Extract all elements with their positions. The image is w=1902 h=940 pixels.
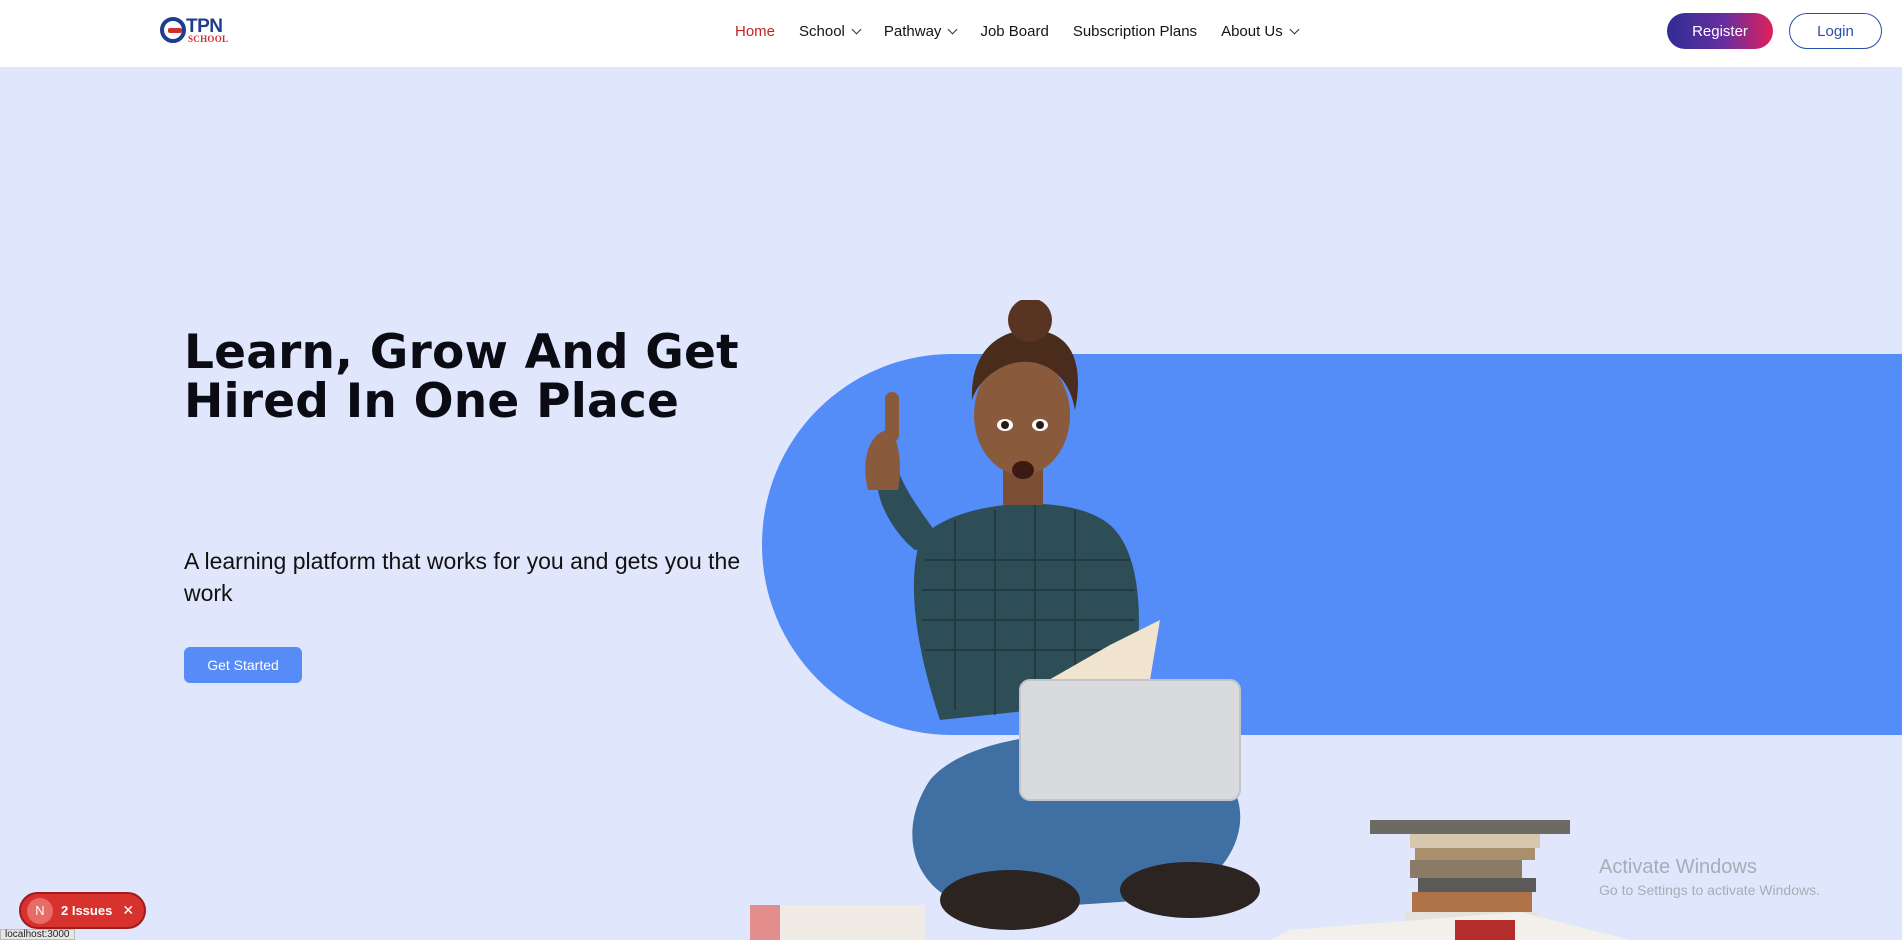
main-nav: Home School Pathway Job Board Subscripti…	[735, 0, 1300, 62]
issues-count: 2 Issues	[61, 903, 113, 918]
dev-issues-badge[interactable]: N 2 Issues ✕	[19, 892, 146, 929]
status-bar-url: localhost:3000	[0, 929, 75, 940]
nextjs-icon: N	[27, 897, 53, 924]
login-button[interactable]: Login	[1789, 13, 1882, 49]
activate-title: Activate Windows	[1599, 856, 1757, 878]
book-stack	[1370, 820, 1570, 930]
site-logo[interactable]: TPN SCHOOL	[160, 16, 230, 45]
chevron-down-icon	[1289, 24, 1300, 34]
nav-item-home[interactable]: Home	[735, 23, 775, 40]
chevron-down-icon	[947, 24, 958, 34]
nav-item-label: About Us	[1221, 22, 1283, 40]
get-started-button[interactable]: Get Started	[184, 647, 302, 683]
nav-item-school[interactable]: School	[799, 22, 862, 40]
nav-item-label: Home	[735, 22, 776, 40]
nav-item-job-board[interactable]: Job Board	[980, 23, 1048, 40]
activate-subtitle: Go to Settings to activate Windows.	[1599, 882, 1820, 898]
hero-subtitle: A learning platform that works for you a…	[184, 548, 741, 606]
chevron-down-icon	[851, 24, 862, 34]
nav-item-label: Pathway	[883, 22, 942, 40]
logo-subtext: SCHOOL	[188, 34, 229, 44]
nav-item-pathway[interactable]: Pathway	[883, 22, 958, 40]
nav-item-subscription-plans[interactable]: Subscription Plans	[1073, 23, 1197, 40]
nav-item-label: School	[799, 22, 845, 40]
nav-item-about-us[interactable]: About Us	[1221, 22, 1300, 40]
close-icon[interactable]: ✕	[122, 902, 134, 919]
logo-icon	[160, 17, 186, 43]
hero-student-illustration	[750, 300, 1630, 940]
nav-item-label: Subscription Plans	[1072, 22, 1198, 40]
site-header: TPN SCHOOL Home School Pathway Job Board…	[0, 0, 1902, 68]
hero-title: Learn, Grow And Get Hired In One Place	[184, 325, 739, 429]
register-button[interactable]: Register	[1667, 13, 1773, 49]
activate-windows-watermark: Activate Windows Go to Settings to activ…	[1599, 856, 1820, 898]
nav-item-label: Job Board	[980, 22, 1049, 40]
